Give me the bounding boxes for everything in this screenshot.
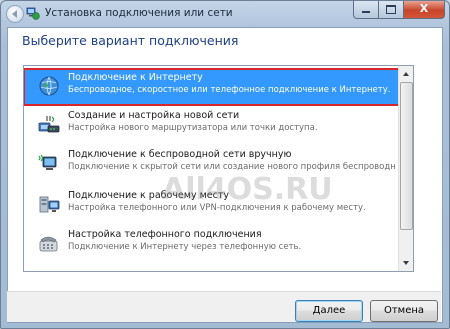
close-icon: X (419, 2, 429, 15)
close-button[interactable]: X (404, 1, 445, 19)
option-internet-connection[interactable]: Подключение к Интернету Беспроводное, ск… (24, 68, 400, 106)
option-description: Подключение к скрытой сети или создание … (68, 162, 396, 172)
list-scrollbar[interactable] (398, 66, 413, 271)
connection-options-list[interactable]: Подключение к Интернету Беспроводное, ск… (23, 65, 414, 272)
phone-modem-icon (39, 236, 58, 252)
page-title: Выберите вариант подключения (22, 33, 239, 48)
option-description: Настройка телефонного или VPN-подключени… (68, 203, 366, 213)
title-bar: Установка подключения или сети X (1, 1, 449, 27)
scroll-up-arrow-icon[interactable] (400, 67, 412, 81)
option-title: Подключение к рабочему месту (68, 190, 229, 201)
option-title: Настройка телефонного подключения (68, 229, 262, 240)
option-title: Подключение к беспроводной сети вручную (68, 149, 292, 160)
minimize-button[interactable] (353, 1, 379, 19)
option-manual-wireless[interactable]: Подключение к беспроводной сети вручную … (24, 146, 399, 182)
wireless-computer-icon (38, 154, 57, 170)
back-button[interactable] (6, 5, 24, 23)
option-title: Подключение к Интернету (68, 72, 203, 83)
workplace-network-icon (39, 196, 60, 213)
router-icon (38, 116, 60, 133)
scroll-thumb[interactable] (400, 82, 413, 230)
window-title: Установка подключения или сети (45, 7, 233, 19)
scroll-down-arrow-icon[interactable] (400, 256, 412, 270)
option-description: Беспроводное, скоростное или телефонное … (68, 85, 391, 95)
maximize-button[interactable] (379, 1, 404, 19)
option-workplace[interactable]: Подключение к рабочему месту Настройка т… (24, 187, 399, 223)
option-new-network[interactable]: Создание и настройка новой сети Настройк… (24, 107, 399, 143)
option-dialup[interactable]: Настройка телефонного подключения Подклю… (24, 226, 399, 262)
option-description: Настройка нового маршрутизатора или точк… (68, 123, 318, 133)
option-description: Подключение к Интернету через телефонную… (68, 242, 302, 252)
cancel-button[interactable]: Отмена (370, 300, 438, 322)
network-icon (26, 7, 40, 20)
globe-network-icon (39, 76, 59, 96)
next-button[interactable]: Далее (295, 300, 363, 322)
caption-buttons: X (353, 1, 445, 19)
option-title: Создание и настройка новой сети (68, 110, 240, 121)
